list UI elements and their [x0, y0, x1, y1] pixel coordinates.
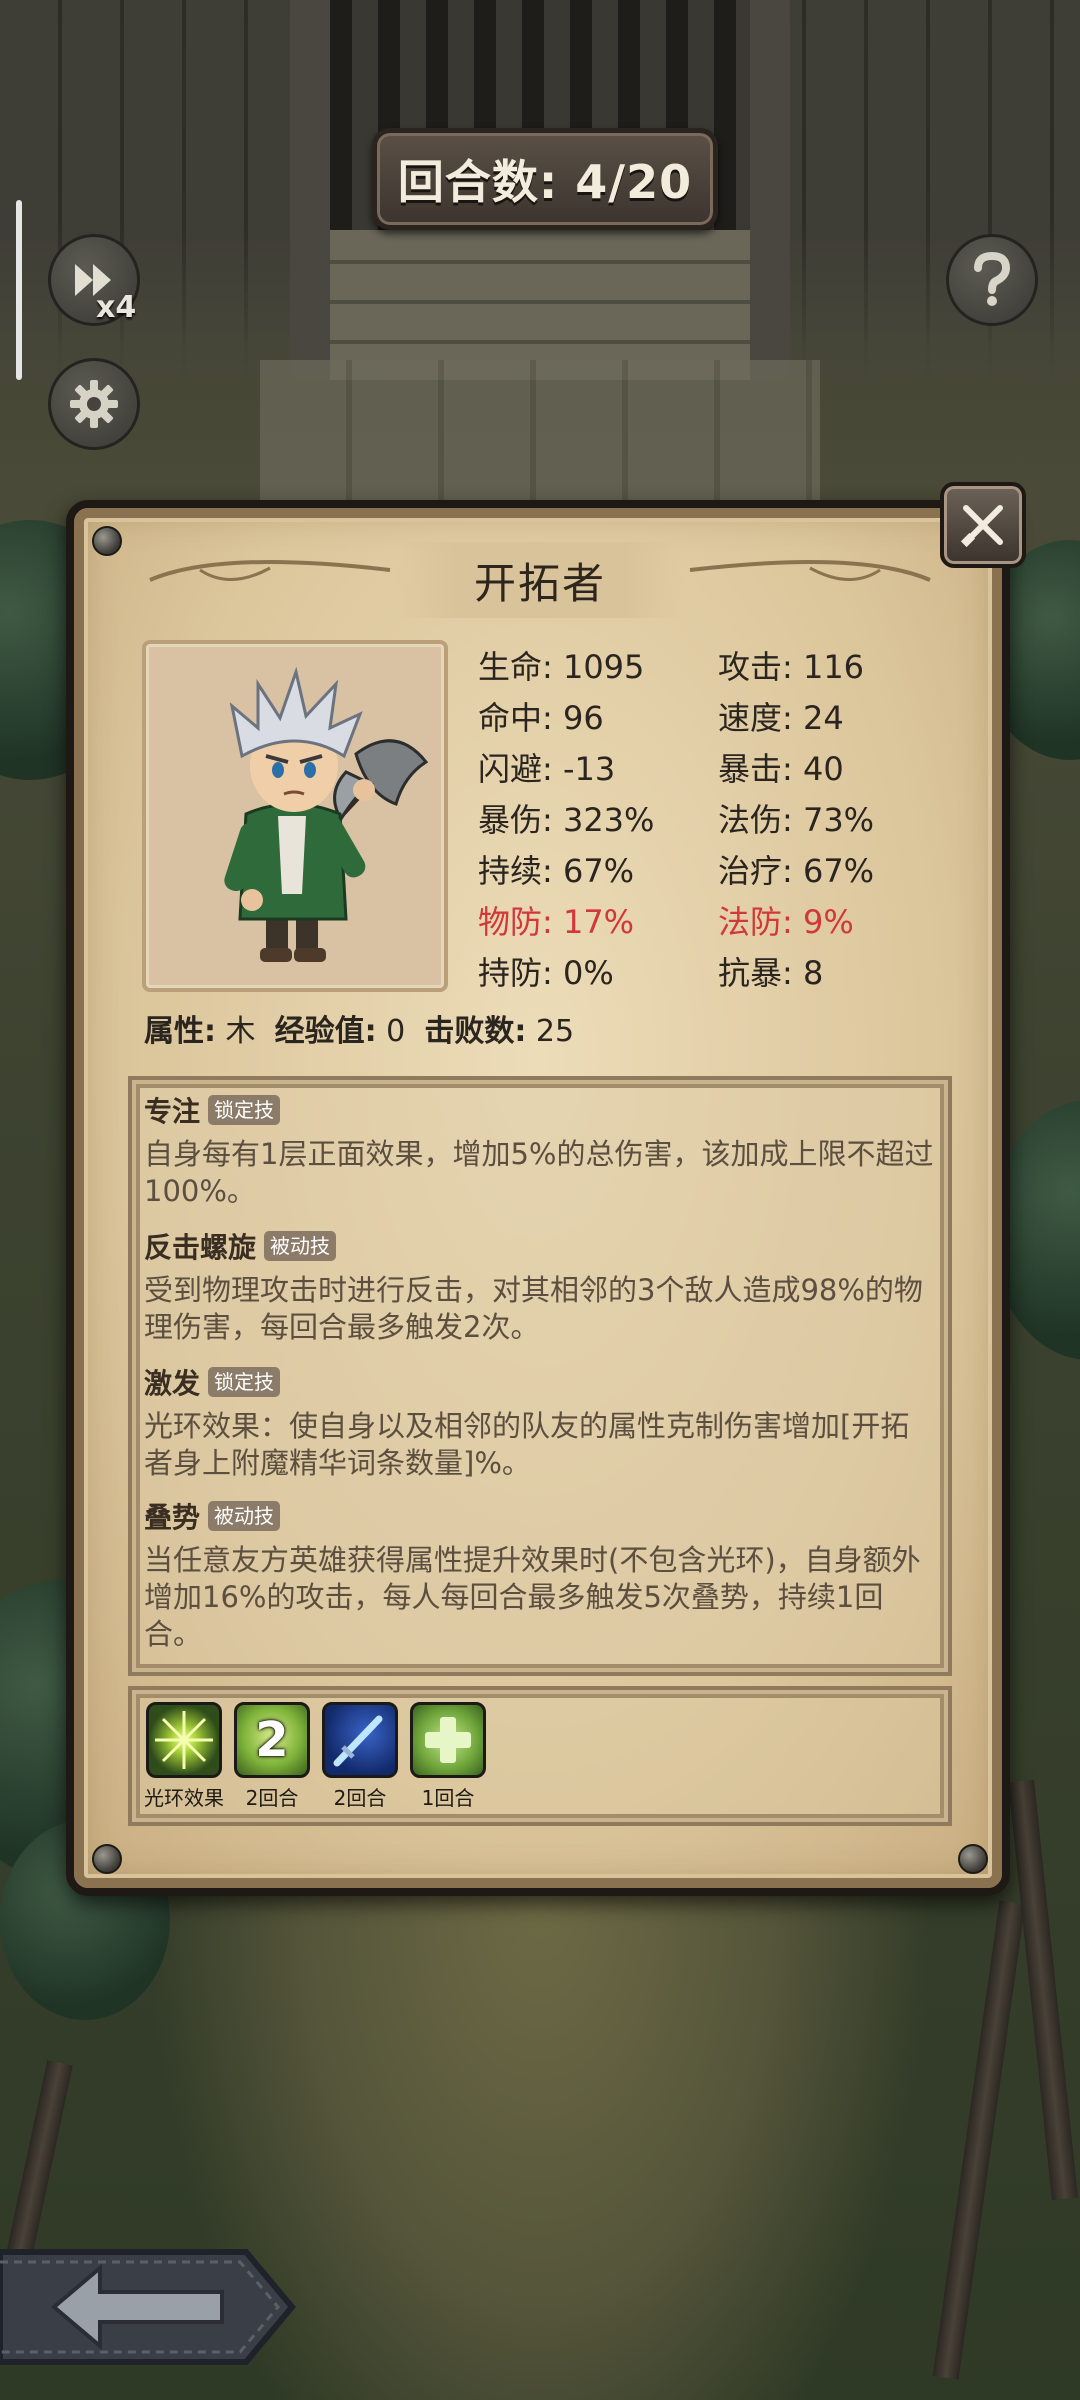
hero-axe-warrior-illustration — [224, 666, 429, 962]
settings-button[interactable] — [48, 358, 140, 450]
stack-2-icon: 2 — [234, 1702, 310, 1778]
status-effect-label: 1回合 — [421, 1786, 475, 1810]
stat-hp: 生命: 1095 — [478, 648, 645, 686]
skill-name: 专注 — [144, 1095, 201, 1128]
kills-value: 25 — [535, 1014, 575, 1049]
exp-value: 0 — [386, 1014, 406, 1049]
wooden-stake — [1008, 1779, 1078, 2201]
skill-description: 受到物理攻击时进行反击，对其相邻的3个敌人造成98%的物理伤害，每回合最多触发2… — [144, 1273, 923, 1344]
stat-speed: 速度: 24 — [718, 699, 844, 737]
skill-entry[interactable]: 激发 锁定技 光环效果：使自身以及相邻的队友的属性克制伤害增加[开拓者身上附魔精… — [144, 1362, 934, 1482]
scroll-indicator — [16, 200, 22, 380]
status-effect-label: 光环效果 — [144, 1786, 224, 1810]
skill-entry[interactable]: 反击螺旋 被动技 受到物理攻击时进行反击，对其相邻的3个敌人造成98%的物理伤害… — [144, 1226, 934, 1346]
blue-sword-icon — [322, 1702, 398, 1778]
gear-icon — [70, 380, 118, 428]
kills-label: 击败数: — [424, 1014, 527, 1049]
stat-accuracy: 命中: 96 — [478, 699, 604, 737]
wooden-stake — [932, 1900, 1026, 2380]
skill-type-badge: 被动技 — [264, 1231, 337, 1261]
card-rivet — [958, 1844, 988, 1874]
question-icon — [974, 252, 1011, 306]
green-cross-icon — [410, 1702, 486, 1778]
skill-entry[interactable]: 专注 锁定技 自身每有1层正面效果，增加5%的总伤害，该加成上限不超过100%。 — [144, 1090, 934, 1210]
crossed-swords-icon — [960, 505, 1003, 548]
exp-label: 经验值: — [274, 1014, 377, 1049]
help-button[interactable] — [946, 234, 1038, 326]
stat-healing: 治疗: 67% — [718, 852, 875, 890]
stat-crit: 暴击: 40 — [718, 750, 844, 788]
back-button[interactable] — [0, 2246, 298, 2368]
stat-dodge: 闪避: -13 — [478, 750, 616, 788]
attribute-line: 属性: 木 经验值: 0 击败数: 25 — [144, 1006, 574, 1050]
card-rivet — [92, 526, 122, 556]
title-flourish-left — [149, 560, 391, 582]
character-name-plate: 开拓者 — [396, 542, 684, 618]
stone-path — [260, 360, 820, 520]
stat-magic-damage: 法伤: 73% — [718, 801, 875, 839]
status-effect[interactable]: 2回合 — [320, 1702, 400, 1811]
stat-attack: 攻击: 116 — [718, 648, 865, 686]
skill-type-badge: 锁定技 — [208, 1095, 281, 1125]
card-rivet — [92, 1844, 122, 1874]
stat-crit-damage: 暴伤: 323% — [478, 801, 655, 839]
status-effect[interactable]: 2 2回合 — [232, 1702, 312, 1811]
status-effect[interactable]: 光环效果 — [144, 1702, 224, 1811]
skill-name: 激发 — [144, 1367, 201, 1400]
skill-description: 当任意友方英雄获得属性提升效果时(不包含光环)，自身额外增加16%的攻击，每人每… — [144, 1543, 921, 1651]
stat-magic-defense: 法防: 9% — [718, 903, 854, 941]
round-counter: 回合数: 4/20 — [372, 128, 718, 230]
skill-entry[interactable]: 叠势 被动技 当任意友方英雄获得属性提升效果时(不包含光环)，自身额外增加16%… — [144, 1496, 934, 1653]
status-effect[interactable]: 1回合 — [408, 1702, 488, 1811]
skill-type-badge: 锁定技 — [208, 1367, 281, 1397]
close-card-button[interactable] — [940, 482, 1026, 568]
character-name: 开拓者 — [473, 558, 606, 608]
character-portrait — [142, 640, 448, 992]
round-counter-label: 回合数: 4/20 — [397, 155, 693, 209]
aura-burst-icon — [146, 1702, 222, 1778]
stat-duration: 持续: 67% — [478, 852, 635, 890]
element-value: 木 — [225, 1014, 256, 1049]
stat-dot-defense: 持防: 0% — [478, 954, 614, 992]
skill-name: 叠势 — [144, 1501, 201, 1534]
skill-name: 反击螺旋 — [144, 1231, 257, 1264]
stack-count: 2 — [255, 1712, 289, 1768]
skill-type-badge: 被动技 — [208, 1501, 281, 1531]
status-effect-label: 2回合 — [333, 1786, 387, 1810]
title-flourish-right — [689, 560, 931, 582]
skill-description: 光环效果：使自身以及相邻的队友的属性克制伤害增加[开拓者身上附魔精华词条数量]%… — [144, 1409, 910, 1480]
stat-crit-resist: 抗暴: 8 — [718, 954, 824, 992]
status-effect-label: 2回合 — [245, 1786, 299, 1810]
stat-physical-defense: 物防: 17% — [478, 903, 635, 941]
skill-description: 自身每有1层正面效果，增加5%的总伤害，该加成上限不超过100%。 — [144, 1137, 934, 1208]
speed-multiplier: x4 — [96, 290, 137, 325]
element-label: 属性: — [144, 1014, 216, 1049]
